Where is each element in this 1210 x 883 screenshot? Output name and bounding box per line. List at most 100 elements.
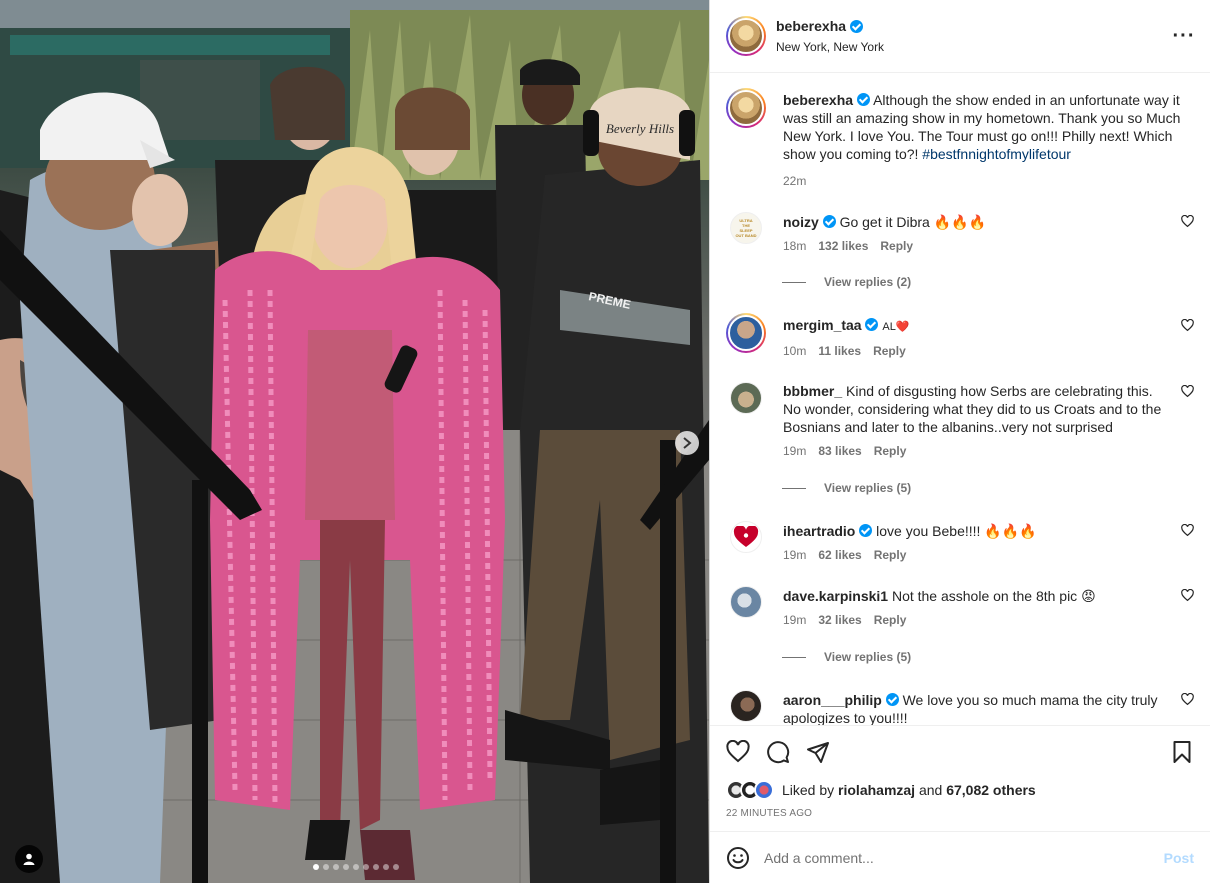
comment-time[interactable]: 19m	[783, 611, 806, 629]
author-avatar[interactable]	[726, 88, 766, 128]
reply-button[interactable]: Reply	[874, 546, 907, 564]
post-header: beberexha New York, New York ···	[710, 0, 1210, 73]
carousel-dot	[343, 864, 349, 870]
post-caption: beberexha Although the show ended in an …	[726, 88, 1194, 190]
comment-username[interactable]: noizy	[783, 214, 819, 230]
comment-likes[interactable]: 132 likes	[818, 237, 868, 255]
comment-input[interactable]: Add a comment...	[764, 850, 1164, 866]
post-photo[interactable]: Beverly Hills PREME	[0, 0, 709, 883]
comment-username[interactable]: mergim_taa	[783, 317, 862, 333]
post-comment-button[interactable]: Post	[1164, 850, 1194, 866]
comment-username[interactable]: iheartradio	[783, 523, 855, 539]
view-replies-label: View replies (2)	[824, 275, 912, 289]
avatar-logo-text: ULTRA THE SLEEP OUT BAND	[735, 218, 757, 238]
comment-item: bbbmer_ Kind of disgusting how Serbs are…	[726, 382, 1194, 460]
post-location[interactable]: New York, New York	[776, 40, 1172, 54]
comment-item: aaron___philip We love you so much mama …	[726, 690, 1194, 725]
carousel-dot	[373, 864, 379, 870]
comment-like-icon[interactable]	[1181, 385, 1194, 398]
post-modal: Beverly Hills PREME beberexha New York, …	[0, 0, 1210, 883]
comment-text: love you Bebe!!!! 🔥🔥🔥	[876, 523, 1037, 539]
post-timestamp[interactable]: 22 MINUTES AGO	[726, 808, 1194, 819]
commenter-avatar[interactable]	[730, 521, 762, 553]
comment-time[interactable]: 18m	[783, 237, 806, 255]
view-replies-button[interactable]: View replies (5)	[782, 481, 1194, 495]
liked-by-user[interactable]: riolahamzaj	[838, 782, 915, 798]
carousel-dot	[323, 864, 329, 870]
comment-time[interactable]: 19m	[783, 442, 806, 460]
tagged-users-button[interactable]	[15, 845, 43, 873]
commenter-avatar[interactable]	[730, 586, 762, 618]
comment-likes[interactable]: 83 likes	[818, 442, 861, 460]
comment-time[interactable]: 10m	[783, 342, 806, 360]
caption-hashtag[interactable]: #bestfnnightofmylifetour	[922, 146, 1071, 162]
comment-text: Not the asshole on the 8th pic 😡	[891, 588, 1096, 604]
comment-time[interactable]: 19m	[783, 546, 806, 564]
commenter-avatar[interactable]	[726, 313, 766, 353]
verified-badge-icon	[859, 524, 873, 537]
comment-username[interactable]: bbbmer_	[783, 383, 842, 399]
photo-scene: Beverly Hills PREME	[0, 0, 709, 883]
comment-like-icon[interactable]	[1181, 215, 1194, 228]
view-replies-label: View replies (5)	[824, 481, 912, 495]
commenter-avatar[interactable]: ULTRA THE SLEEP OUT BAND	[730, 212, 762, 244]
view-replies-label: View replies (5)	[824, 650, 912, 664]
comment-icon[interactable]	[766, 740, 790, 764]
heart-icon[interactable]	[726, 740, 750, 764]
verified-badge-icon	[865, 318, 879, 331]
share-icon[interactable]	[806, 740, 830, 764]
verified-badge-icon	[850, 19, 864, 33]
view-replies-button[interactable]: View replies (5)	[782, 650, 1194, 664]
comment-username[interactable]: dave.karpinski1	[783, 588, 888, 604]
bookmark-icon[interactable]	[1170, 740, 1194, 764]
comment-item: ULTRA THE SLEEP OUT BAND noizy Go get it…	[726, 212, 1194, 255]
post-side-panel: beberexha New York, New York ··· beberex…	[709, 0, 1210, 883]
comment-like-icon[interactable]	[1181, 693, 1194, 706]
verified-badge-icon	[856, 93, 870, 106]
carousel-dot	[363, 864, 369, 870]
next-arrow-icon	[683, 437, 692, 449]
iheartradio-logo-icon	[733, 526, 759, 547]
tag-user-icon	[23, 853, 35, 865]
comment-likes[interactable]: 62 likes	[818, 546, 861, 564]
caption-time: 22m	[783, 174, 807, 188]
comments-list[interactable]: beberexha Although the show ended in an …	[710, 73, 1210, 725]
comment-username[interactable]: aaron___philip	[783, 692, 882, 708]
post-actions: Liked by riolahamzaj and 67,082 others 2…	[710, 725, 1210, 831]
commenter-avatar[interactable]	[730, 690, 762, 722]
commenter-avatar[interactable]	[730, 382, 762, 414]
carousel-dot	[333, 864, 339, 870]
comment-item: iheartradio love you Bebe!!!! 🔥🔥🔥 19m 62…	[726, 521, 1194, 564]
reply-button[interactable]: Reply	[874, 442, 907, 460]
verified-badge-icon	[885, 693, 899, 706]
view-replies-button[interactable]: View replies (2)	[782, 275, 1194, 289]
reply-button[interactable]: Reply	[874, 611, 907, 629]
reply-button[interactable]: Reply	[880, 237, 913, 255]
cap-text: Beverly Hills	[606, 121, 674, 136]
verified-badge-icon	[822, 215, 836, 228]
reply-button[interactable]: Reply	[873, 342, 906, 360]
caption-username[interactable]: beberexha	[783, 92, 853, 108]
liker-avatar	[754, 780, 774, 800]
emoji-icon[interactable]	[726, 846, 750, 870]
liked-by-prefix: Liked by	[782, 782, 835, 798]
comment-like-icon[interactable]	[1181, 524, 1194, 537]
carousel-indicator	[313, 864, 399, 870]
comment-likes[interactable]: 32 likes	[818, 611, 861, 629]
carousel-dot	[393, 864, 399, 870]
likes-count[interactable]: 67,082 others	[946, 782, 1036, 798]
comment-like-icon[interactable]	[1181, 589, 1194, 602]
comment-text: AL❤️	[882, 321, 910, 333]
comment-item: dave.karpinski1 Not the asshole on the 8…	[726, 586, 1194, 629]
comment-like-icon[interactable]	[1181, 319, 1194, 332]
next-photo-button[interactable]	[675, 431, 699, 455]
comment-item: mergim_taa AL❤️ 10m 11 likes Reply	[726, 313, 1194, 360]
comment-text: Go get it Dibra 🔥🔥🔥	[839, 214, 987, 230]
author-username[interactable]: beberexha	[776, 18, 846, 34]
comment-likes[interactable]: 11 likes	[818, 342, 861, 360]
author-avatar[interactable]	[726, 16, 766, 56]
carousel-dot	[353, 864, 359, 870]
likes-summary: Liked by riolahamzaj and 67,082 others	[726, 780, 1194, 800]
carousel-dot	[313, 864, 319, 870]
more-options-icon[interactable]: ···	[1172, 25, 1196, 48]
